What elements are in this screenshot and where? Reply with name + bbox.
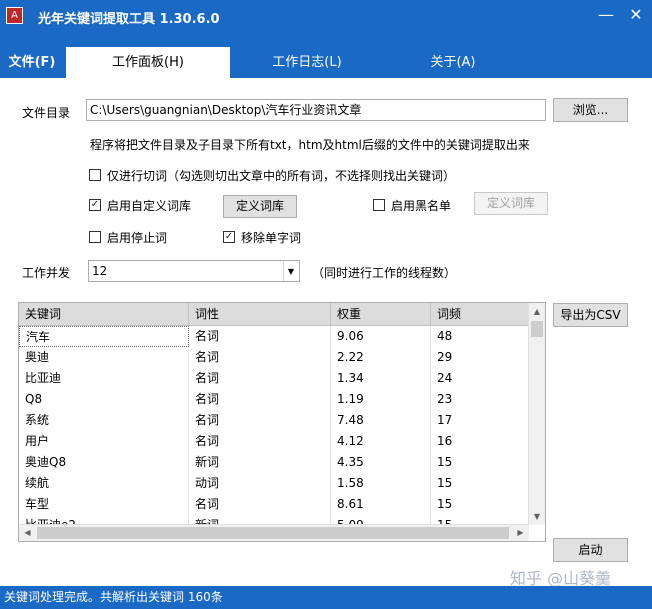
browse-button[interactable]: 浏览... <box>553 98 628 122</box>
cell-pos: 名词 <box>189 326 331 347</box>
dir-input[interactable]: C:\Users\guangnian\Desktop\汽车行业资讯文章 <box>86 99 546 121</box>
menu-file[interactable]: 文件(F) <box>0 47 64 78</box>
segment-only-checkbox[interactable] <box>89 169 101 181</box>
concurrency-value: 12 <box>92 264 108 278</box>
table-row[interactable]: 比亚迪 名词 1.34 24 <box>19 368 529 389</box>
define-dict-button[interactable]: 定义词库 <box>223 195 297 218</box>
app-icon: A <box>6 7 23 24</box>
scroll-up-icon[interactable]: ▲ <box>529 303 545 320</box>
scroll-right-icon[interactable]: ▶ <box>512 525 529 541</box>
cell-pos: 名词 <box>189 494 331 515</box>
export-csv-button[interactable]: 导出为CSV <box>553 303 628 327</box>
close-button[interactable]: ✕ <box>624 4 648 26</box>
table-row[interactable]: 用户 名词 4.12 16 <box>19 431 529 452</box>
column-header-weight[interactable]: 权重 <box>331 303 431 325</box>
table-row[interactable]: Q8 名词 1.19 23 <box>19 389 529 410</box>
concurrency-label: 工作并发 <box>22 266 71 280</box>
cell-freq: 48 <box>431 326 529 347</box>
title-bar: A 光年关键词提取工具 1.30.6.0 — ✕ <box>0 0 652 33</box>
cell-keyword: 奥迪Q8 <box>19 452 189 473</box>
cell-freq: 15 <box>431 494 529 515</box>
table-row[interactable]: 汽车 名词 9.06 48 <box>19 326 529 347</box>
window-title: 光年关键词提取工具 1.30.6.0 <box>38 12 220 27</box>
tab-bar: 文件(F) 工作面板(H) 工作日志(L) 关于(A) <box>0 33 652 78</box>
chevron-down-icon[interactable]: ▼ <box>283 262 298 281</box>
scroll-down-icon[interactable]: ▼ <box>529 508 545 525</box>
column-header-pos[interactable]: 词性 <box>189 303 331 325</box>
cell-freq: 17 <box>431 410 529 431</box>
cell-weight: 8.61 <box>331 494 431 515</box>
cell-weight: 9.06 <box>331 326 431 347</box>
start-button[interactable]: 启动 <box>553 538 628 562</box>
minimize-button[interactable]: — <box>594 4 618 26</box>
cell-pos: 名词 <box>189 431 331 452</box>
table-header: 关键词 词性 权重 词频 <box>19 303 529 326</box>
define-blacklist-button[interactable]: 定义词库 <box>474 192 548 215</box>
cell-pos: 新词 <box>189 452 331 473</box>
tab-workspace[interactable]: 工作面板(H) <box>66 47 230 78</box>
cell-freq: 15 <box>431 473 529 494</box>
cell-keyword: 系统 <box>19 410 189 431</box>
cell-freq: 23 <box>431 389 529 410</box>
cell-keyword: 比亚迪 <box>19 368 189 389</box>
cell-weight: 1.58 <box>331 473 431 494</box>
cell-keyword: 用户 <box>19 431 189 452</box>
concurrency-select[interactable]: 12 ▼ <box>88 260 300 282</box>
table-row[interactable]: 续航 动词 1.58 15 <box>19 473 529 494</box>
horizontal-scrollbar[interactable]: ◀ ▶ <box>19 524 529 541</box>
table-row[interactable]: 车型 名词 8.61 15 <box>19 494 529 515</box>
cell-keyword: 车型 <box>19 494 189 515</box>
custom-dict-label: 启用自定义词库 <box>107 199 192 213</box>
remove-single-label: 移除单字词 <box>241 231 302 245</box>
cell-pos: 名词 <box>189 410 331 431</box>
scroll-thumb[interactable] <box>531 321 543 337</box>
cell-weight: 1.34 <box>331 368 431 389</box>
cell-weight: 4.35 <box>331 452 431 473</box>
remove-single-checkbox[interactable]: ✓ <box>223 231 235 243</box>
cell-keyword: 汽车 <box>19 326 189 347</box>
horizontal-scroll-thumb[interactable] <box>37 527 509 539</box>
cell-keyword: 奥迪 <box>19 347 189 368</box>
stopwords-checkbox[interactable] <box>89 231 101 243</box>
status-bar: 关键词处理完成。共解析出关键词 160条 <box>0 586 652 609</box>
cell-weight: 4.12 <box>331 431 431 452</box>
cell-freq: 16 <box>431 431 529 452</box>
cell-pos: 名词 <box>189 368 331 389</box>
cell-freq: 15 <box>431 452 529 473</box>
cell-weight: 7.48 <box>331 410 431 431</box>
table-row[interactable]: 奥迪 名词 2.22 29 <box>19 347 529 368</box>
cell-freq: 29 <box>431 347 529 368</box>
work-panel: 文件目录 C:\Users\guangnian\Desktop\汽车行业资讯文章… <box>0 78 652 586</box>
cell-pos: 名词 <box>189 347 331 368</box>
column-header-freq[interactable]: 词频 <box>431 303 529 325</box>
cell-keyword: 续航 <box>19 473 189 494</box>
tab-log[interactable]: 工作日志(L) <box>230 47 384 78</box>
table-row[interactable]: 奥迪Q8 新词 4.35 15 <box>19 452 529 473</box>
custom-dict-checkbox[interactable]: ✓ <box>89 199 101 211</box>
tab-about[interactable]: 关于(A) <box>384 47 522 78</box>
cell-weight: 2.22 <box>331 347 431 368</box>
hint-text: 程序将把文件目录及子目录下所有txt，htm及html后缀的文件中的关键词提取出… <box>90 138 530 152</box>
cell-weight: 1.19 <box>331 389 431 410</box>
scroll-left-icon[interactable]: ◀ <box>19 525 36 541</box>
blacklist-label: 启用黑名单 <box>391 199 452 213</box>
concurrency-hint: （同时进行工作的线程数） <box>312 266 457 280</box>
column-header-keyword[interactable]: 关键词 <box>19 303 189 325</box>
cell-pos: 名词 <box>189 389 331 410</box>
cell-keyword: Q8 <box>19 389 189 410</box>
keyword-table: 关键词 词性 权重 词频 汽车 名词 9.06 48 奥迪 名词 2.22 29… <box>18 302 546 542</box>
segment-only-label: 仅进行切词（勾选则切出文章中的所有词，不选择则找出关键词） <box>107 169 456 183</box>
cell-freq: 24 <box>431 368 529 389</box>
blacklist-checkbox[interactable] <box>373 199 385 211</box>
dir-label: 文件目录 <box>22 106 71 120</box>
stopwords-label: 启用停止词 <box>107 231 168 245</box>
cell-pos: 动词 <box>189 473 331 494</box>
table-row[interactable]: 系统 名词 7.48 17 <box>19 410 529 431</box>
vertical-scrollbar[interactable]: ▲ ▼ <box>528 303 545 525</box>
